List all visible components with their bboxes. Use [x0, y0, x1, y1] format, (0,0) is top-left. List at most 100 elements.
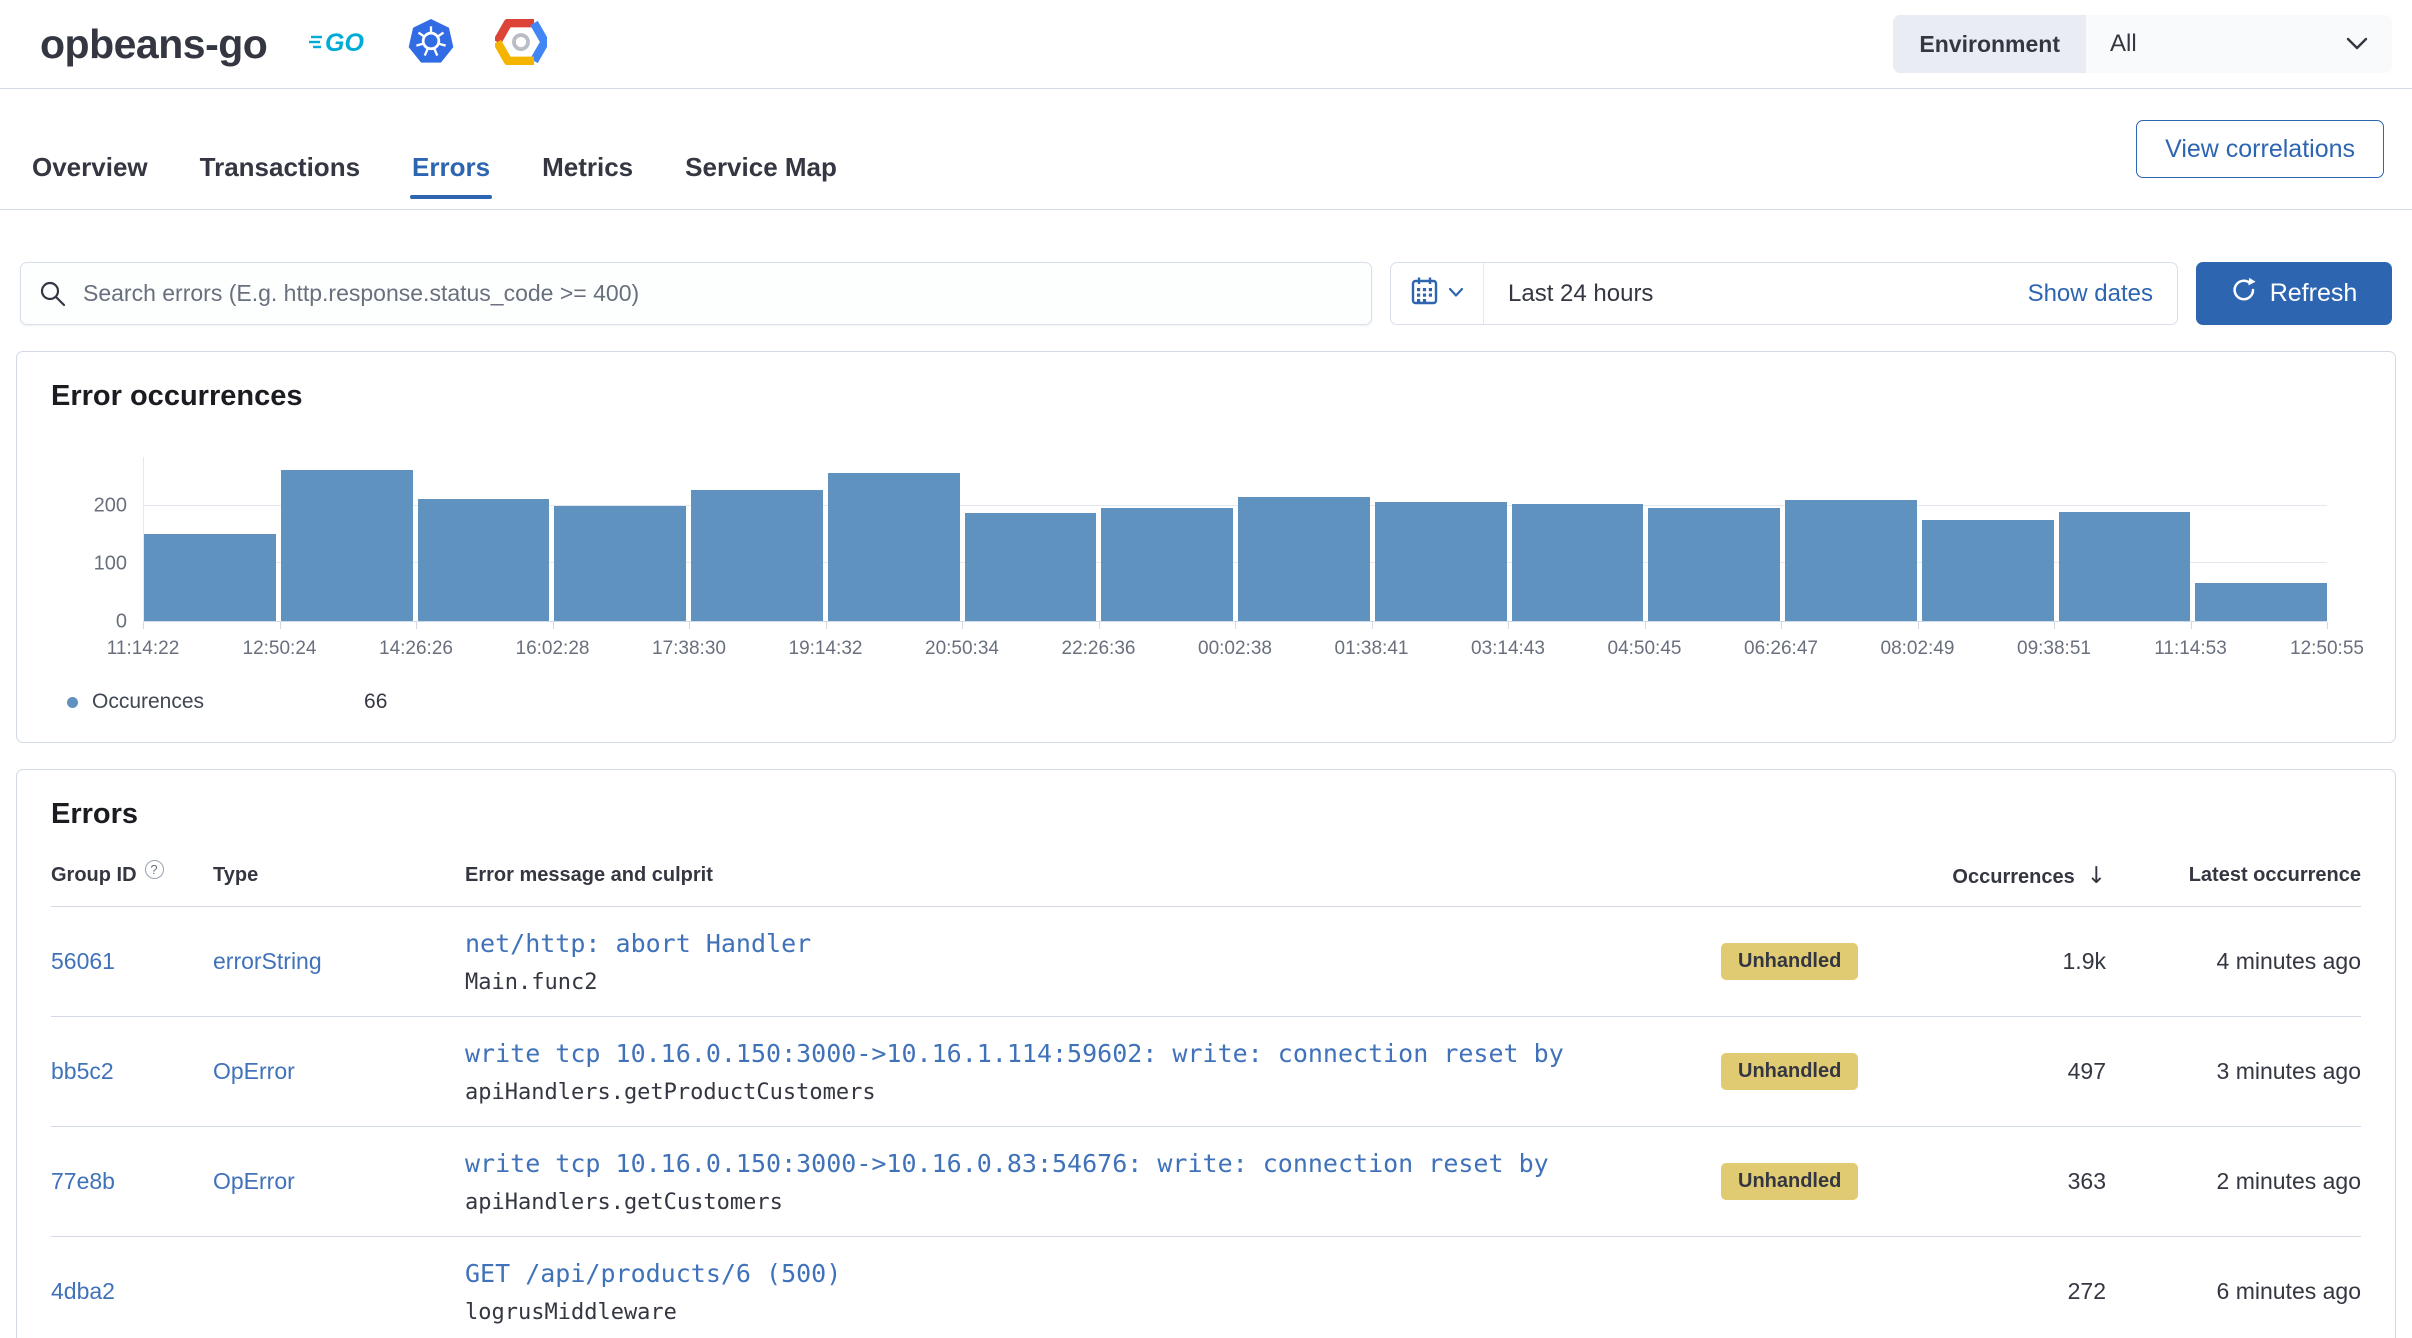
chart-bar[interactable]	[144, 534, 276, 621]
tab-label: Metrics	[542, 152, 633, 182]
calendar-icon	[1410, 276, 1439, 311]
chart-bar[interactable]	[1512, 504, 1644, 621]
x-axis-tick	[1508, 622, 1509, 629]
group-id-link[interactable]: 4dba2	[51, 1278, 115, 1304]
time-range-value[interactable]: Last 24 hours	[1484, 280, 2028, 308]
x-axis-label: 14:26:26	[379, 638, 453, 660]
x-axis-tick	[826, 622, 827, 629]
chart-bar[interactable]	[1648, 508, 1780, 621]
table-row: 77e8b OpError write tcp 10.16.0.150:3000…	[51, 1127, 2361, 1237]
gcp-logo-icon	[495, 19, 547, 70]
error-culprit: apiHandlers.getCustomers	[465, 1190, 1605, 1215]
x-axis-label: 16:02:28	[516, 638, 590, 660]
group-id-link[interactable]: 56061	[51, 948, 115, 974]
search-input[interactable]	[20, 262, 1372, 325]
chart-bar[interactable]	[965, 513, 1097, 621]
tab-service-map[interactable]: Service Map	[683, 146, 839, 199]
column-occurrences[interactable]: Occurrences↓	[1906, 863, 2106, 889]
chart-bar[interactable]	[554, 506, 686, 621]
chart-bar[interactable]	[1922, 520, 2054, 621]
chart-bar[interactable]	[1375, 502, 1507, 621]
error-occurrences-panel: Error occurrences 200 100 0 11:14:2212:5…	[16, 351, 2396, 743]
chart-bar[interactable]	[1101, 508, 1233, 621]
x-axis-tick	[962, 622, 963, 629]
view-correlations-button[interactable]: View correlations	[2136, 120, 2384, 178]
x-axis: 11:14:2212:50:2414:26:2616:02:2817:38:30…	[143, 622, 2327, 670]
refresh-button[interactable]: Refresh	[2196, 262, 2392, 325]
tab-label: Overview	[32, 152, 148, 182]
group-id-link[interactable]: bb5c2	[51, 1058, 114, 1084]
occurrences-value: 1.9k	[1906, 948, 2106, 975]
environment-value: All	[2110, 30, 2137, 58]
datepicker-calendar-button[interactable]	[1391, 263, 1484, 324]
tab-label: Errors	[412, 152, 490, 182]
x-axis-label: 17:38:30	[652, 638, 726, 660]
x-axis-tick	[1099, 622, 1100, 629]
column-message: Error message and culprit	[465, 864, 1721, 887]
x-axis-tick	[280, 622, 281, 629]
x-axis-tick	[143, 622, 144, 629]
chart-bar[interactable]	[1238, 497, 1370, 621]
group-id-link[interactable]: 77e8b	[51, 1168, 115, 1194]
table-body: 56061 errorString net/http: abort Handle…	[51, 907, 2361, 1338]
x-axis-label: 09:38:51	[2017, 638, 2091, 660]
error-occurrences-chart: 200 100 0 11:14:2212:50:2414:26:2616:02:…	[51, 457, 2361, 670]
legend-item[interactable]: Occurences 66	[67, 690, 2361, 714]
latest-occurrence-value: 3 minutes ago	[2106, 1058, 2361, 1085]
search-box	[20, 262, 1372, 325]
plot-area	[143, 457, 2327, 622]
tab-errors[interactable]: Errors	[410, 146, 492, 199]
chart-bar[interactable]	[828, 473, 960, 621]
type-link[interactable]: OpError	[213, 1168, 295, 1194]
chevron-down-icon	[1448, 285, 1464, 303]
help-icon[interactable]: ?	[145, 860, 164, 879]
type-link[interactable]: errorString	[213, 948, 322, 974]
chart-bar[interactable]	[691, 490, 823, 621]
error-message-link[interactable]: write tcp 10.16.0.150:3000->10.16.0.83:5…	[465, 1149, 1605, 1178]
chart-bar[interactable]	[281, 470, 413, 621]
x-axis-label: 12:50:55	[2290, 638, 2364, 660]
occurrences-value: 272	[1906, 1278, 2106, 1305]
error-culprit: Main.func2	[465, 970, 1605, 995]
app-header: opbeans-go GO	[0, 0, 2412, 89]
chart-bar[interactable]	[1785, 500, 1917, 621]
search-icon	[38, 279, 68, 314]
y-axis-label: 200	[94, 495, 127, 518]
x-axis-tick	[1781, 622, 1782, 629]
error-message-link[interactable]: write tcp 10.16.0.150:3000->10.16.1.114:…	[465, 1039, 1605, 1068]
x-axis-tick	[2191, 622, 2192, 629]
environment-select[interactable]: Environment All	[1893, 15, 2392, 73]
svg-text:GO: GO	[325, 29, 364, 57]
tab-overview[interactable]: Overview	[30, 146, 150, 199]
column-group-id: Group ID?	[51, 864, 213, 887]
tab-metrics[interactable]: Metrics	[540, 146, 635, 199]
datepicker: Last 24 hours Show dates	[1390, 262, 2178, 325]
unhandled-badge: Unhandled	[1721, 1163, 1858, 1200]
bars	[144, 457, 2327, 621]
x-axis-label: 04:50:45	[1608, 638, 1682, 660]
x-axis-label: 01:38:41	[1335, 638, 1409, 660]
service-title: opbeans-go	[40, 21, 267, 68]
show-dates-link[interactable]: Show dates	[2028, 280, 2177, 308]
x-axis-label: 03:14:43	[1471, 638, 1545, 660]
occurrences-value: 497	[1906, 1058, 2106, 1085]
type-link[interactable]: OpError	[213, 1058, 295, 1084]
unhandled-badge: Unhandled	[1721, 943, 1858, 980]
kubernetes-logo-icon	[407, 18, 455, 71]
latest-occurrence-value: 6 minutes ago	[2106, 1278, 2361, 1305]
x-axis-tick	[416, 622, 417, 629]
error-message-link[interactable]: net/http: abort Handler	[465, 929, 1605, 958]
y-axis-label: 100	[94, 553, 127, 576]
table-row: bb5c2 OpError write tcp 10.16.0.150:3000…	[51, 1017, 2361, 1127]
sort-descending-icon: ↓	[2087, 863, 2106, 889]
x-axis-tick	[1372, 622, 1373, 629]
chart-bar[interactable]	[2059, 512, 2191, 621]
chart-bar[interactable]	[418, 499, 550, 621]
tab-transactions[interactable]: Transactions	[198, 146, 362, 199]
chevron-down-icon	[2346, 30, 2368, 58]
x-axis-label: 11:14:22	[107, 638, 180, 660]
x-axis-label: 19:14:32	[789, 638, 863, 660]
chart-bar[interactable]	[2195, 583, 2327, 621]
error-message-link[interactable]: GET /api/products/6 (500)	[465, 1259, 1605, 1288]
unhandled-badge: Unhandled	[1721, 1053, 1858, 1090]
